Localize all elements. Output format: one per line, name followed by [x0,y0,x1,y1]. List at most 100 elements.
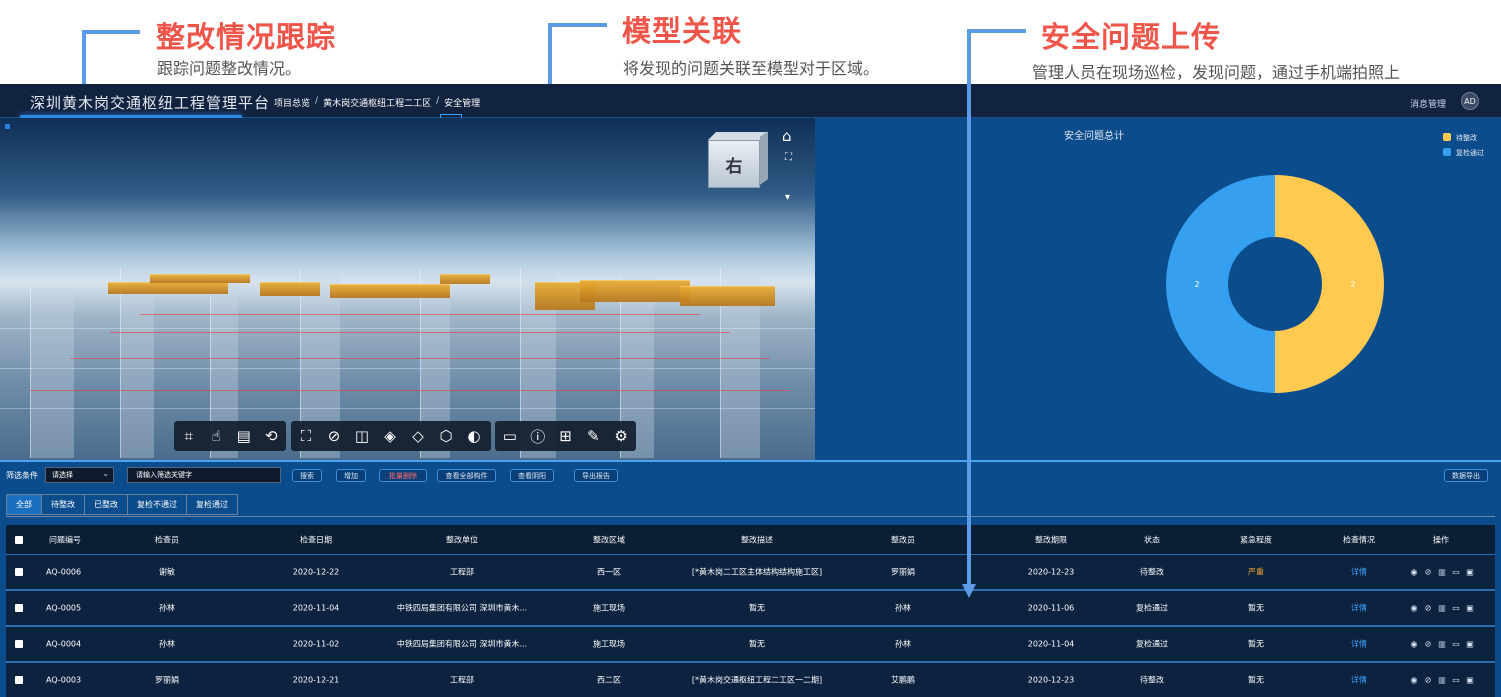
table-row[interactable]: AQ-0004 孙林 2020-11-02 中铁四局集团有限公司 深圳市黄木..… [6,627,1495,663]
document-icon[interactable]: ▤ [233,425,255,447]
annotation-title-upload: 安全问题上传 [1041,20,1222,54]
model-highlight-slab[interactable] [330,284,450,298]
section-divider [0,460,1501,462]
view-icon[interactable]: ◉ [1409,568,1419,577]
export-report-button[interactable]: 导出报告 [574,469,618,482]
link-icon[interactable]: ⊘ [1423,568,1433,577]
cell-rectify-unit: 工程部 [450,567,474,577]
breadcrumb-item-project[interactable]: 黄木岗交通枢纽工程二工区 [323,96,431,109]
model-floor-line [0,408,815,409]
delete-icon[interactable]: ▥ [1437,568,1447,577]
settings-icon[interactable]: ⚙ [610,425,632,447]
tab-recheck-failed[interactable]: 复检不通过 [127,494,187,515]
tree-icon[interactable]: ⊞ [555,425,577,447]
details-link[interactable]: 详情 [1351,567,1367,578]
navcube[interactable]: 右 [708,140,760,188]
link-icon[interactable]: ⊘ [1423,676,1433,685]
view-all-components-button[interactable]: 查看全部构件 [437,469,496,482]
isolate-icon[interactable]: ◈ [379,425,401,447]
cut-icon[interactable]: ⌗ [178,425,200,447]
keyword-input[interactable] [127,467,281,483]
bim-model-viewer[interactable]: 右 ⌂ ⛶ ▾ ⌗ ☝ ▤ ⟲ ⛶ ⊘ ◫ ◈ ◇ ⬡ ◐ ▭ ⓘ ⊞ ✎ ⚙ [0,118,815,460]
model-highlight-slab[interactable] [440,274,490,284]
wireframe-icon[interactable]: ◇ [407,425,429,447]
filter-select-value: 请选择 [52,471,73,479]
add-button[interactable]: 增加 [336,469,366,482]
annotation-line-upload [967,29,1026,33]
row-checkbox[interactable] [15,568,23,576]
link-icon[interactable]: ⊘ [1423,604,1433,613]
print-icon[interactable]: ▭ [1451,568,1461,577]
select-all-checkbox[interactable] [15,535,23,544]
reset-view-icon[interactable]: ⟲ [261,425,283,447]
measure-icon[interactable]: ▭ [499,425,521,447]
fit-view-icon[interactable]: ⛶ [295,425,317,447]
palette-icon[interactable]: ◐ [463,425,485,447]
filter-select[interactable]: 请选择 ⌄ [45,467,114,483]
markup-icon[interactable]: ✎ [582,425,604,447]
model-highlight-slab[interactable] [580,280,690,302]
print-icon[interactable]: ▭ [1451,676,1461,685]
details-link[interactable]: 详情 [1351,603,1367,614]
table-header-row: 问题编号 检查员 检查日期 整改单位 整改区域 整改描述 整改员 整改期限 状态… [6,525,1495,555]
print-icon[interactable]: ▭ [1451,640,1461,649]
cube-icon[interactable]: ⬡ [435,425,457,447]
dropdown-arrow-icon[interactable]: ▾ [785,191,790,204]
view-icon[interactable]: ◉ [1409,604,1419,613]
donut-slice-passed[interactable] [1166,175,1275,393]
message-management-link[interactable]: 消息管理 [1410,97,1446,110]
view-icon[interactable]: ◉ [1409,640,1419,649]
batch-delete-button[interactable]: 批量删除 [379,469,427,482]
model-highlight-slab[interactable] [260,282,320,296]
cell-rectify-desc: [*黄木岗交通枢纽工程二工区一二期] [691,675,823,685]
hide-icon[interactable]: ⊘ [323,425,345,447]
tab-rectified[interactable]: 已整改 [84,494,128,515]
hand-pointer-icon[interactable]: ☝ [206,425,228,447]
delete-icon[interactable]: ▥ [1437,640,1447,649]
data-export-button[interactable]: 数据导出 [1444,469,1488,482]
row-checkbox[interactable] [15,640,23,648]
print-icon[interactable]: ▭ [1451,604,1461,613]
donut-slice-pending[interactable] [1275,175,1384,393]
fullscreen-icon[interactable]: ⛶ [785,151,792,164]
details-link[interactable]: 详情 [1351,639,1367,650]
delete-icon[interactable]: ▥ [1437,604,1447,613]
avatar[interactable]: AD [1461,92,1479,110]
view-icon[interactable]: ◉ [1409,676,1419,685]
chevron-down-icon: ⌄ [102,469,109,478]
folder-icon[interactable]: ▣ [1465,640,1475,649]
model-highlight-slab[interactable] [680,286,775,306]
folder-icon[interactable]: ▣ [1465,568,1475,577]
cell-rectify-area: 西二区 [597,675,621,685]
table-row[interactable]: AQ-0003 罗丽娟 2020-12-21 工程部 西二区 [*黄木岗交通枢纽… [6,663,1495,697]
search-button[interactable]: 搜索 [292,469,322,482]
tab-recheck-passed[interactable]: 复检通过 [186,494,238,515]
navcube-side-face[interactable] [760,131,768,185]
row-checkbox[interactable] [15,604,23,612]
model-highlight-slab[interactable] [150,274,250,283]
breadcrumb-item-safety[interactable]: 安全管理 [444,96,480,109]
cell-rectifier: 罗丽娟 [891,567,915,577]
section-icon[interactable]: ◫ [351,425,373,447]
navcube-top-face[interactable] [708,132,768,140]
folder-icon[interactable]: ▣ [1465,604,1475,613]
cell-urgency: 严重 [1248,567,1264,577]
model-highlight-slab[interactable] [108,282,228,294]
row-checkbox[interactable] [15,676,23,684]
details-link[interactable]: 详情 [1351,675,1367,686]
tab-all[interactable]: 全部 [6,494,42,515]
info-icon[interactable]: ⓘ [527,425,549,447]
delete-icon[interactable]: ▥ [1437,676,1447,685]
tabs-underline [6,516,1495,517]
table-row[interactable]: AQ-0005 孙林 2020-11-04 中铁四局集团有限公司 深圳市黄木..… [6,591,1495,627]
view-button[interactable]: 查看阴阳 [510,469,554,482]
breadcrumb-item-overview[interactable]: 项目总览 [274,96,310,109]
cell-urgency: 暂无 [1248,675,1264,685]
home-icon[interactable]: ⌂ [782,129,792,144]
model-floor-line [0,368,815,369]
folder-icon[interactable]: ▣ [1465,676,1475,685]
table-row[interactable]: AQ-0006 谢敏 2020-12-22 工程部 西一区 [*黄木岗二工区主体… [6,555,1495,591]
legend-label-pending: 待整改 [1456,133,1477,142]
tab-pending[interactable]: 待整改 [41,494,85,515]
link-icon[interactable]: ⊘ [1423,640,1433,649]
